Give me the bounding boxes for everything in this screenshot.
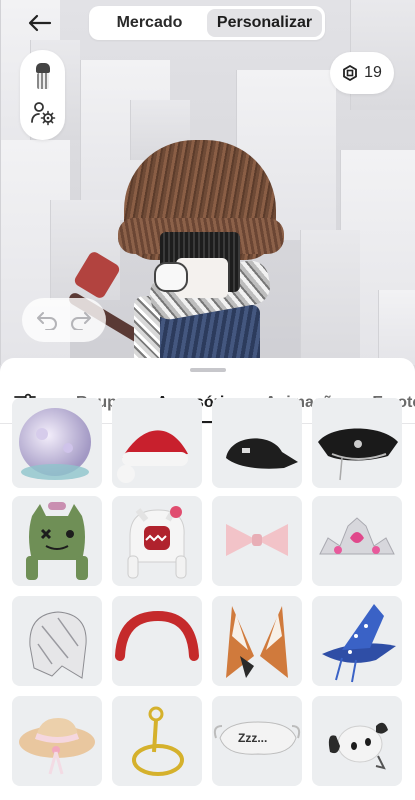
santa-hat-icon bbox=[117, 430, 188, 483]
item-tile-pink-bow[interactable] bbox=[212, 496, 302, 586]
robux-amount: 19 bbox=[364, 64, 382, 81]
gold-halo-icon bbox=[132, 706, 184, 776]
item-tile-bubble-helmet[interactable] bbox=[12, 398, 102, 488]
undo-redo-control bbox=[22, 298, 106, 342]
robux-balance[interactable]: 19 bbox=[330, 52, 394, 94]
segment-personalizar[interactable]: Personalizar bbox=[207, 9, 322, 37]
wizard-hat-icon bbox=[322, 604, 396, 683]
avatar-glove bbox=[154, 262, 188, 292]
sheet-grabber[interactable] bbox=[190, 368, 226, 372]
item-tile-green-monster-hat[interactable] bbox=[12, 496, 102, 586]
item-tile-straw-hat[interactable] bbox=[12, 696, 102, 786]
scene-block bbox=[378, 290, 415, 365]
undo-icon bbox=[37, 312, 57, 330]
tiara-icon bbox=[319, 517, 395, 555]
item-tile-red-headband[interactable] bbox=[112, 596, 202, 686]
item-tile-silver-hood[interactable] bbox=[12, 596, 102, 686]
segment-mercado[interactable]: Mercado bbox=[92, 9, 207, 37]
redo-icon bbox=[71, 312, 91, 330]
black-cap-icon bbox=[226, 438, 298, 469]
pink-bow-icon bbox=[226, 524, 288, 556]
accessory-grid: Zzz... bbox=[12, 398, 402, 800]
silver-hood-icon bbox=[29, 611, 87, 679]
avatar-thumbnail-icon[interactable] bbox=[32, 63, 54, 89]
avatar-settings-icon bbox=[30, 102, 55, 126]
police-hat-icon bbox=[318, 428, 398, 481]
item-tile-sleep-mask[interactable]: Zzz... bbox=[212, 696, 302, 786]
catalog-sheet: › Roupas Acessórios Animações Emote bbox=[0, 358, 415, 800]
sleep-mask-icon: Zzz... bbox=[213, 721, 301, 755]
item-tile-tiara[interactable] bbox=[312, 496, 402, 586]
white-plush-hat-icon bbox=[127, 506, 187, 579]
avatar-settings-button[interactable] bbox=[29, 99, 57, 127]
item-tile-wizard-hat[interactable] bbox=[312, 596, 402, 686]
item-tile-white-plush-hat[interactable] bbox=[112, 496, 202, 586]
scene-block bbox=[300, 230, 360, 365]
straw-hat-icon bbox=[19, 718, 95, 775]
dog-plush-icon bbox=[328, 722, 388, 770]
redo-button[interactable] bbox=[67, 306, 95, 334]
robux-icon bbox=[343, 65, 357, 81]
item-tile-police-hat[interactable] bbox=[312, 398, 402, 488]
item-tile-gold-halo[interactable] bbox=[112, 696, 202, 786]
back-arrow-icon bbox=[28, 14, 52, 32]
item-tile-dog-plush[interactable] bbox=[312, 696, 402, 786]
sleep-mask-text: Zzz... bbox=[238, 731, 267, 745]
mode-segmented-control: Mercado Personalizar bbox=[89, 6, 325, 40]
item-tile-santa-hat[interactable] bbox=[112, 398, 202, 488]
red-headband-icon bbox=[115, 610, 199, 661]
fox-ears-icon bbox=[226, 606, 288, 678]
back-button[interactable] bbox=[20, 6, 60, 40]
side-toolbar bbox=[20, 50, 65, 140]
green-monster-hat-icon bbox=[26, 502, 88, 580]
undo-button[interactable] bbox=[33, 306, 61, 334]
bubble-helmet-icon bbox=[19, 408, 91, 480]
item-tile-fox-ears[interactable] bbox=[212, 596, 302, 686]
item-tile-black-cap[interactable] bbox=[212, 398, 302, 488]
